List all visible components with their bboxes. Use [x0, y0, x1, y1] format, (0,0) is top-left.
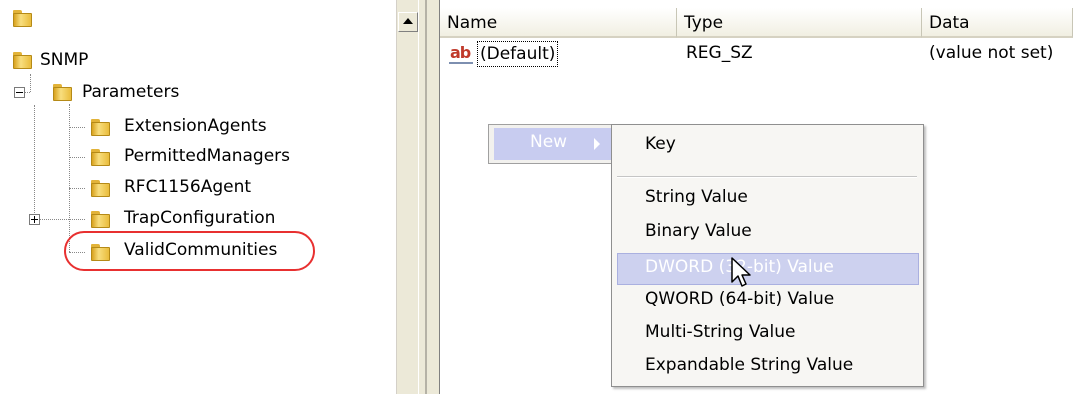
folder-icon: [90, 147, 112, 167]
collapse-toggle-icon[interactable]: [14, 87, 25, 98]
menu-item-new-label: New: [530, 132, 568, 152]
folder-icon: [90, 178, 112, 198]
column-header-type[interactable]: Type: [677, 8, 922, 38]
string-value-icon: ab: [449, 43, 475, 64]
menu-item-multi-string-value[interactable]: Multi-String Value: [645, 322, 796, 342]
column-header-data[interactable]: Data: [922, 8, 1073, 38]
menu-item-string-value[interactable]: String Value: [645, 187, 748, 207]
folder-icon: [12, 50, 34, 70]
menu-item-expandable-string-value[interactable]: Expandable String Value: [645, 355, 853, 375]
value-data: (value not set): [929, 43, 1054, 63]
pane-splitter[interactable]: [418, 0, 440, 394]
tree-connector: [69, 127, 85, 128]
menu-item-key[interactable]: Key: [645, 134, 676, 154]
folder-icon: [52, 82, 74, 102]
tree-item-extensionagents[interactable]: ExtensionAgents: [124, 116, 267, 136]
mouse-pointer-icon: [731, 257, 751, 287]
tree-connector: [69, 157, 85, 158]
tree-item-trapconfiguration[interactable]: TrapConfiguration: [124, 208, 275, 228]
tree-item-snmp[interactable]: SNMP: [40, 50, 88, 70]
highlight-annotation: [64, 231, 315, 271]
menu-item-qword-value[interactable]: QWORD (64-bit) Value: [645, 289, 834, 309]
tree-connector: [69, 188, 85, 189]
value-type: REG_SZ: [686, 43, 753, 63]
menu-item-binary-value[interactable]: Binary Value: [645, 221, 752, 241]
splitter-divider: [425, 0, 427, 394]
tree-connector: [30, 74, 31, 92]
submenu-arrow-icon: [594, 138, 600, 150]
tree-scrollbar[interactable]: [396, 0, 419, 394]
tree-item-parameters[interactable]: Parameters: [82, 82, 179, 102]
menu-separator: [617, 176, 917, 178]
scroll-up-arrow-icon[interactable]: [398, 12, 418, 32]
value-name-default[interactable]: (Default): [477, 41, 559, 67]
folder-icon: [90, 209, 112, 229]
expand-toggle-icon[interactable]: [29, 214, 40, 225]
column-header-name[interactable]: Name: [440, 8, 677, 38]
folder-icon: [12, 8, 34, 28]
tree-item-rfc1156agent[interactable]: RFC1156Agent: [124, 177, 251, 197]
tree-connector: [40, 219, 85, 220]
folder-icon: [90, 117, 112, 137]
tree-item-permittedmanagers[interactable]: PermittedManagers: [124, 146, 290, 166]
tree-connector: [34, 105, 35, 213]
